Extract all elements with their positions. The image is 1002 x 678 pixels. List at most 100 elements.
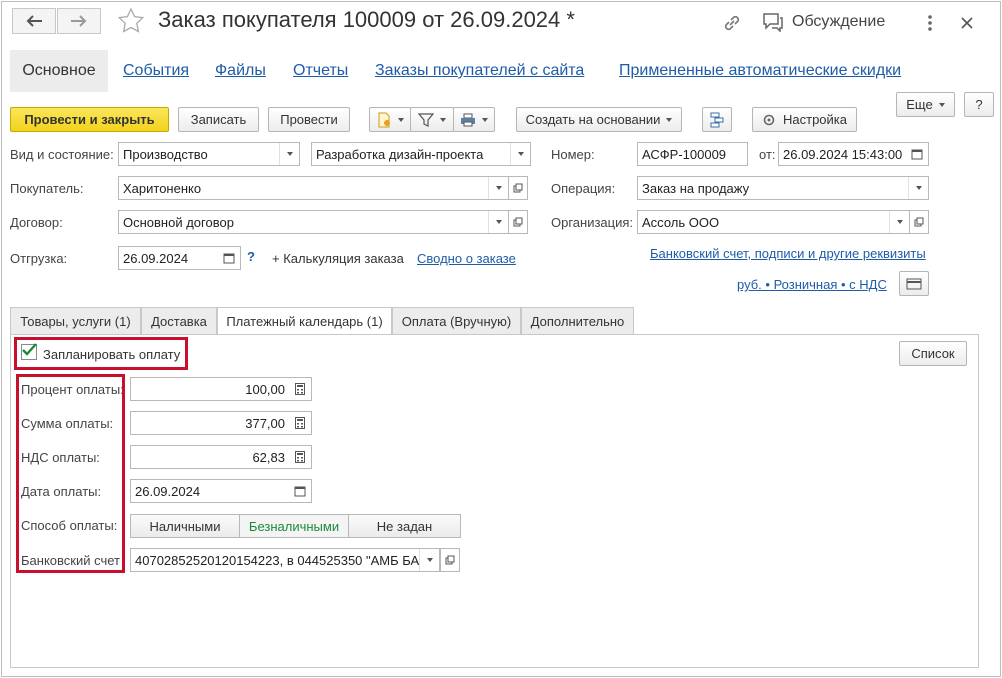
tab-site-orders[interactable]: Заказы покупателей с сайта bbox=[363, 50, 596, 92]
forward-button[interactable] bbox=[57, 8, 101, 34]
discussion-label: Обсуждение bbox=[792, 13, 886, 30]
tab-auto-discounts[interactable]: Примененные автоматические скидки bbox=[607, 50, 913, 92]
state-select[interactable]: Разработка дизайн-проекта bbox=[311, 142, 531, 166]
percent-field[interactable]: 100,00 bbox=[130, 377, 312, 401]
vat-field[interactable]: 62,83 bbox=[130, 445, 312, 469]
chevron-down-icon[interactable] bbox=[908, 177, 928, 199]
sum-value: 377,00 bbox=[245, 415, 285, 431]
state-value: Разработка дизайн-проекта bbox=[316, 146, 484, 162]
shipment-label: Отгрузка: bbox=[10, 251, 68, 266]
card-icon bbox=[906, 278, 922, 289]
more-label: Еще bbox=[906, 97, 933, 112]
tab-reports[interactable]: Отчеты bbox=[281, 50, 360, 92]
arrow-right-icon bbox=[71, 15, 87, 27]
date-field[interactable]: 26.09.2024 15:43:00 bbox=[778, 142, 929, 166]
payment-date-field[interactable]: 26.09.2024 bbox=[130, 479, 312, 503]
date-value: 26.09.2024 15:43:00 bbox=[783, 146, 903, 162]
print-button[interactable] bbox=[453, 107, 495, 132]
post-and-close-button[interactable]: Провести и закрыть bbox=[10, 107, 169, 132]
percent-label: Процент оплаты: bbox=[21, 382, 124, 397]
tab-payment-calendar[interactable]: Платежный календарь (1) bbox=[217, 307, 392, 335]
order-summary-link[interactable]: Сводно о заказе bbox=[417, 251, 516, 266]
card-button[interactable] bbox=[899, 271, 929, 296]
help-mark[interactable]: ? bbox=[247, 249, 255, 264]
calculator-icon[interactable] bbox=[289, 412, 311, 434]
buyer-label: Покупатель: bbox=[10, 181, 84, 196]
checkmark-icon bbox=[22, 343, 37, 356]
bank-account-value: 40702852520120154223, в 044525350 "АМБ Б… bbox=[135, 552, 420, 568]
number-label: Номер: bbox=[551, 147, 595, 162]
chat-icon bbox=[763, 13, 783, 32]
method-unset[interactable]: Не задан bbox=[349, 515, 460, 537]
open-icon[interactable] bbox=[909, 210, 929, 234]
contract-field[interactable]: Основной договор bbox=[118, 210, 509, 234]
calendar-icon[interactable] bbox=[906, 143, 928, 165]
open-icon[interactable] bbox=[508, 176, 528, 200]
tab-events[interactable]: События bbox=[111, 50, 201, 92]
more-button[interactable]: Еще bbox=[896, 92, 955, 117]
method-cash[interactable]: Наличными bbox=[131, 515, 240, 537]
chevron-down-icon[interactable] bbox=[510, 143, 530, 165]
percent-value: 100,00 bbox=[245, 381, 285, 397]
structure-button[interactable] bbox=[702, 107, 732, 132]
organization-field[interactable]: Ассоль ООО bbox=[637, 210, 910, 234]
bank-details-link[interactable]: Банковский счет, подписи и другие реквиз… bbox=[650, 246, 926, 261]
contract-label: Договор: bbox=[10, 215, 63, 230]
tab-files[interactable]: Файлы bbox=[203, 50, 278, 92]
printer-icon bbox=[461, 113, 475, 126]
chevron-down-icon[interactable] bbox=[488, 211, 508, 233]
tab-additional[interactable]: Дополнительно bbox=[521, 307, 634, 334]
chevron-down-icon[interactable] bbox=[889, 211, 909, 233]
calculation-link[interactable]: + Калькуляция заказа bbox=[272, 251, 404, 266]
calendar-icon[interactable] bbox=[218, 247, 240, 269]
shipment-date-field[interactable]: 26.09.2024 bbox=[118, 246, 241, 270]
chevron-down-icon[interactable] bbox=[488, 177, 508, 199]
organization-value: Ассоль ООО bbox=[642, 214, 720, 230]
operation-select[interactable]: Заказ на продажу bbox=[637, 176, 929, 200]
method-cashless[interactable]: Безналичными bbox=[240, 515, 349, 537]
tab-goods-services[interactable]: Товары, услуги (1) bbox=[10, 307, 141, 334]
operation-value: Заказ на продажу bbox=[642, 180, 750, 196]
close-icon[interactable] bbox=[960, 16, 974, 30]
kebab-icon[interactable] bbox=[924, 14, 936, 32]
star-icon[interactable] bbox=[117, 7, 145, 35]
create-based-on-button[interactable]: Создать на основании bbox=[516, 107, 682, 132]
payment-date-value: 26.09.2024 bbox=[135, 483, 201, 499]
sum-label: Сумма оплаты: bbox=[21, 416, 114, 431]
list-button[interactable]: Список bbox=[899, 341, 967, 366]
kind-state-label: Вид и состояние: bbox=[10, 147, 114, 162]
chevron-down-icon[interactable] bbox=[419, 549, 439, 571]
open-icon[interactable] bbox=[508, 210, 528, 234]
payment-method-selector[interactable]: Наличными Безналичными Не задан bbox=[130, 514, 461, 538]
calculator-icon[interactable] bbox=[289, 446, 311, 468]
chevron-down-icon[interactable] bbox=[279, 143, 299, 165]
calendar-icon[interactable] bbox=[289, 480, 311, 502]
number-field[interactable]: АСФР-100009 bbox=[637, 142, 748, 166]
arrow-left-icon bbox=[26, 15, 42, 27]
tab-payment-manual[interactable]: Оплата (Вручную) bbox=[392, 307, 521, 334]
filter-button[interactable] bbox=[410, 107, 454, 132]
link-icon[interactable] bbox=[721, 12, 743, 34]
kind-select[interactable]: Производство bbox=[118, 142, 300, 166]
sum-field[interactable]: 377,00 bbox=[130, 411, 312, 435]
calculator-icon[interactable] bbox=[289, 378, 311, 400]
payment-date-label: Дата оплаты: bbox=[21, 484, 102, 499]
plan-payment-checkbox[interactable] bbox=[21, 343, 37, 360]
save-button[interactable]: Записать bbox=[178, 107, 259, 132]
price-type-link[interactable]: руб. • Розничная • с НДС bbox=[737, 277, 887, 292]
tab-main[interactable]: Основное bbox=[10, 50, 108, 92]
document-fill-button[interactable] bbox=[369, 107, 411, 132]
discussion-button[interactable]: Обсуждение bbox=[762, 12, 885, 32]
buyer-field[interactable]: Харитоненко bbox=[118, 176, 509, 200]
help-button[interactable]: ? bbox=[964, 92, 994, 117]
filter-icon bbox=[418, 112, 434, 127]
tab-delivery[interactable]: Доставка bbox=[141, 307, 217, 334]
bank-account-field[interactable]: 40702852520120154223, в 044525350 "АМБ Б… bbox=[130, 548, 440, 572]
date-label: от: bbox=[759, 147, 776, 162]
settings-button[interactable]: Настройка bbox=[752, 107, 857, 132]
post-button[interactable]: Провести bbox=[268, 107, 350, 132]
open-icon[interactable] bbox=[440, 548, 460, 572]
back-button[interactable] bbox=[12, 8, 56, 34]
create-based-on-label: Создать на основании bbox=[525, 112, 661, 127]
operation-label: Операция: bbox=[551, 181, 616, 196]
